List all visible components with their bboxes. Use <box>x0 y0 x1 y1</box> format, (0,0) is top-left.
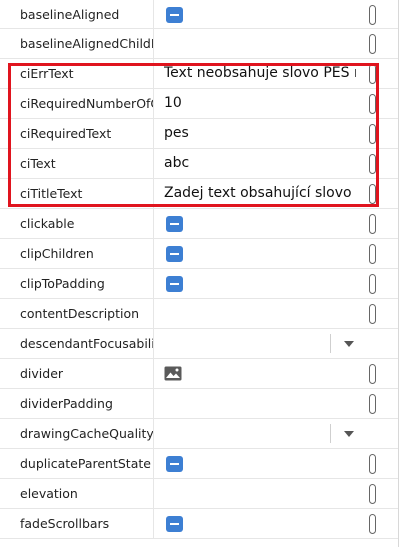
property-value-cell[interactable] <box>155 509 398 538</box>
property-value-cell[interactable] <box>155 0 398 28</box>
property-row[interactable]: ciRequiredNumberOfOccurrences 10 <box>0 89 398 119</box>
property-row[interactable]: ciTitleText Zadej text obsahující slovo P… <box>0 179 398 209</box>
property-value-cell[interactable] <box>155 29 398 58</box>
property-name: descendantFocusability <box>0 329 154 358</box>
property-name: baselineAlignedChildIndex <box>0 29 154 58</box>
resource-picker-icon[interactable] <box>369 274 376 294</box>
resource-picker-icon[interactable] <box>369 214 376 234</box>
property-value-cell[interactable]: pes <box>155 119 398 148</box>
property-value-cell[interactable] <box>155 239 398 268</box>
property-name: clickable <box>0 209 154 238</box>
resource-picker-icon[interactable] <box>369 94 376 114</box>
property-row[interactable]: duplicateParentState <box>0 449 398 479</box>
property-value-input[interactable]: pes <box>164 119 356 148</box>
resource-picker-icon[interactable] <box>369 154 376 174</box>
property-row[interactable]: clipToPadding <box>0 269 398 299</box>
property-row[interactable]: clipChildren <box>0 239 398 269</box>
property-value-cell[interactable] <box>155 209 398 238</box>
property-value-cell[interactable]: Text neobsahuje slovo PES ne <box>155 59 398 88</box>
property-value-cell[interactable]: abc <box>155 149 398 178</box>
property-row[interactable]: ciRequiredText pes <box>0 119 398 149</box>
property-row[interactable]: elevation <box>0 479 398 509</box>
checkbox-indeterminate-icon[interactable] <box>166 516 183 532</box>
checkbox-indeterminate-icon[interactable] <box>166 276 183 292</box>
property-value-cell[interactable]: 10 <box>155 89 398 118</box>
dropdown-separator <box>330 424 331 443</box>
checkbox-indeterminate-icon[interactable] <box>166 7 183 23</box>
chevron-down-icon[interactable] <box>344 341 354 347</box>
property-value-input[interactable]: Zadej text obsahující slovo PES <box>164 179 356 208</box>
properties-panel: baselineAlignedbaselineAlignedChildIndex… <box>0 0 399 547</box>
property-row[interactable]: ciText abc <box>0 149 398 179</box>
property-name: ciText <box>0 149 154 178</box>
resource-picker-icon[interactable] <box>369 514 376 534</box>
property-row[interactable]: divider <box>0 359 398 389</box>
property-name: elevation <box>0 479 154 508</box>
property-name: ciRequiredText <box>0 119 154 148</box>
property-name: duplicateParentState <box>0 449 154 478</box>
dropdown-separator <box>330 334 331 353</box>
property-name: ciErrText <box>0 59 154 88</box>
property-name: ciRequiredNumberOfOccurrences <box>0 89 154 118</box>
resource-picker-icon[interactable] <box>369 454 376 474</box>
resource-picker-icon[interactable] <box>369 364 376 384</box>
resource-picker-icon[interactable] <box>369 184 376 204</box>
checkbox-indeterminate-icon[interactable] <box>166 216 183 232</box>
property-name: baselineAligned <box>0 0 154 28</box>
resource-picker-icon[interactable] <box>369 34 376 54</box>
property-value-input[interactable]: abc <box>164 149 356 178</box>
property-name: clipToPadding <box>0 269 154 298</box>
property-table: baselineAlignedbaselineAlignedChildIndex… <box>0 0 398 539</box>
property-row[interactable]: dividerPadding <box>0 389 398 419</box>
property-row[interactable]: ciErrText Text neobsahuje slovo PES ne <box>0 59 398 89</box>
resource-picker-icon[interactable] <box>369 244 376 264</box>
property-name: dividerPadding <box>0 389 154 418</box>
property-value-cell[interactable] <box>155 389 398 418</box>
checkbox-indeterminate-icon[interactable] <box>166 456 183 472</box>
resource-picker-icon[interactable] <box>369 484 376 504</box>
property-name: ciTitleText <box>0 179 154 208</box>
property-row[interactable]: descendantFocusability <box>0 329 398 359</box>
property-value-cell[interactable] <box>155 449 398 478</box>
property-value-input[interactable]: Text neobsahuje slovo PES ne <box>164 59 356 88</box>
property-name: clipChildren <box>0 239 154 268</box>
resource-picker-icon[interactable] <box>369 5 376 25</box>
property-value-cell[interactable] <box>155 299 398 328</box>
property-value-cell[interactable] <box>155 329 398 358</box>
property-value-cell[interactable] <box>155 359 398 388</box>
resource-picker-icon[interactable] <box>369 124 376 144</box>
image-icon[interactable] <box>164 366 182 381</box>
checkbox-indeterminate-icon[interactable] <box>166 246 183 262</box>
resource-picker-icon[interactable] <box>369 64 376 84</box>
property-row[interactable]: fadeScrollbars <box>0 509 398 539</box>
resource-picker-icon[interactable] <box>369 304 376 324</box>
property-value-cell[interactable] <box>155 419 398 448</box>
property-value-cell[interactable] <box>155 479 398 508</box>
property-row[interactable]: drawingCacheQuality <box>0 419 398 449</box>
property-row[interactable]: clickable <box>0 209 398 239</box>
chevron-down-icon[interactable] <box>344 431 354 437</box>
property-row[interactable]: baselineAligned <box>0 0 398 29</box>
property-value-cell[interactable]: Zadej text obsahující slovo PES <box>155 179 398 208</box>
property-name: contentDescription <box>0 299 154 328</box>
property-name: drawingCacheQuality <box>0 419 154 448</box>
panel-bottom <box>0 540 398 547</box>
resource-picker-icon[interactable] <box>369 394 376 414</box>
property-value-cell[interactable] <box>155 269 398 298</box>
property-row[interactable]: contentDescription <box>0 299 398 329</box>
property-value-input[interactable]: 10 <box>164 89 356 118</box>
property-name: fadeScrollbars <box>0 509 154 538</box>
property-row[interactable]: baselineAlignedChildIndex <box>0 29 398 59</box>
property-name: divider <box>0 359 154 388</box>
